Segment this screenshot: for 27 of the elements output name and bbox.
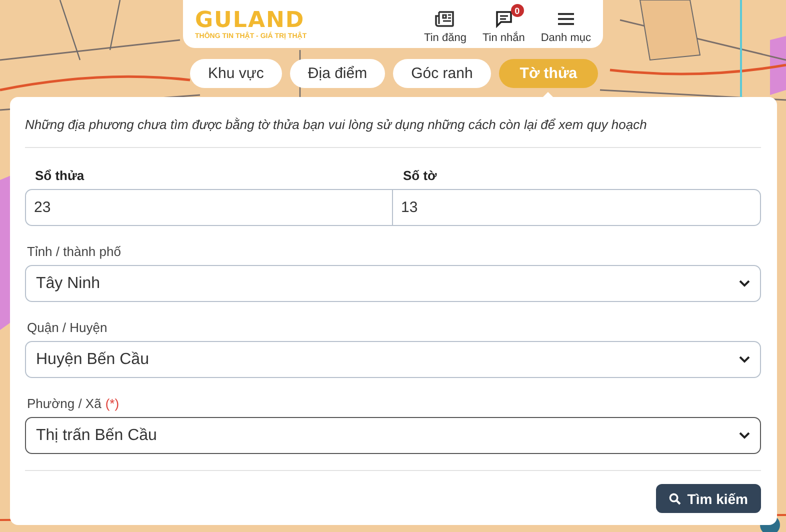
tab[interactable]: Địa điểm [290, 59, 386, 88]
tab[interactable]: Góc ranh [393, 59, 491, 88]
field-label: Số tờ [403, 168, 438, 183]
select-field[interactable]: Thị trấn Bến Cầu [25, 417, 761, 454]
newspaper-icon [435, 10, 456, 28]
search-icon [669, 492, 682, 504]
hint-text: Những địa phương chưa tìm được bằng tờ thửa bạn vui lòng sử dụng những cách còn lại để xem quy hoạch [25, 117, 648, 132]
nav-item[interactable]: Danh mục [540, 4, 601, 44]
nav-item[interactable]: Tin đăng [424, 4, 476, 44]
field-label: Phường / Xã [27, 396, 102, 411]
required-mark: (*) [105, 396, 120, 411]
nav-item[interactable]: 0 Tin nhắn [482, 4, 535, 44]
select-field[interactable]: Tây Ninh [25, 265, 761, 302]
select-field[interactable]: Huyện Bến Cầu [25, 341, 761, 378]
chevron-down-icon [739, 356, 750, 363]
field-label: Sổ thửa [35, 168, 86, 183]
chevron-down-icon [739, 432, 750, 439]
notification-badge: 0 [510, 4, 524, 17]
field-label: Quận / Huyện [27, 320, 108, 335]
field-label: Tỉnh / thành phố [27, 244, 121, 259]
chat-icon [494, 10, 513, 28]
input-field[interactable]: 13 [393, 189, 761, 226]
tab[interactable]: Khu vực [190, 59, 282, 88]
menu-icon [556, 12, 575, 26]
input-field[interactable]: 23 [25, 189, 393, 226]
search-button[interactable]: Tìm kiếm [656, 484, 761, 513]
chevron-down-icon [739, 280, 750, 287]
